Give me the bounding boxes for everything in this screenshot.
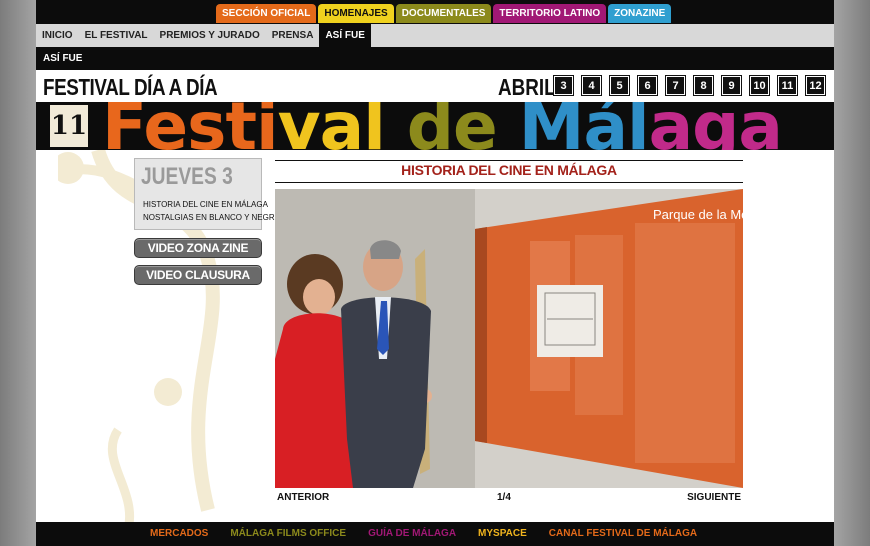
gallery-pager: ANTERIOR 1/4 SIGUIENTE: [275, 492, 743, 506]
day-panel: JUEVES 3 HISTORIA DEL CINE EN MÁLAGA NOS…: [134, 158, 281, 230]
footer-link-gu-a-de-m-laga[interactable]: GUÍA DE MÁLAGA: [368, 528, 456, 539]
nav-item-prensa[interactable]: PRENSA: [266, 24, 320, 47]
section-tabs: SECCIÓN OFICIAL HOMENAJES DOCUMENTALES TERR…: [216, 4, 672, 23]
footer: MERCADOS MÁLAGA FILMS OFFICE GUÍA DE MÁLAG…: [36, 522, 834, 546]
day-heading: JUEVES 3: [141, 163, 233, 190]
left-shadow: [0, 0, 36, 546]
section-tab-zonazine[interactable]: ZONAZINE: [608, 4, 672, 23]
banner-word: Festi: [102, 102, 279, 150]
banner-word: val: [277, 102, 386, 150]
previous-button[interactable]: ANTERIOR: [277, 492, 329, 503]
nav-item-premios-y-jurado[interactable]: PREMIOS Y JURADO: [154, 24, 266, 47]
month-label: ABRIL: [498, 74, 556, 100]
photo-illustration: Parque de la Merced: [275, 189, 743, 488]
day-by-day-title: FESTIVAL DÍA A DÍA: [43, 74, 218, 100]
day-row: FESTIVAL DÍA A DÍA ABRIL 3 4 5 6 7 8 9 10 11 12: [36, 70, 834, 102]
footer-link-canal-festival-de-m-laga[interactable]: CANAL FESTIVAL DE MÁLAGA: [549, 528, 697, 539]
day-button-5[interactable]: 5: [609, 75, 630, 96]
day-button-11[interactable]: 11: [777, 75, 798, 96]
nav-item-as-fue[interactable]: ASÍ FUE: [319, 24, 371, 47]
top-tab-bar: SECCIÓN OFICIAL HOMENAJES DOCUMENTALES TERR…: [36, 0, 834, 24]
footer-link-myspace[interactable]: MYSPACE: [478, 528, 527, 539]
page: SECCIÓN OFICIAL HOMENAJES DOCUMENTALES TERR…: [36, 0, 834, 546]
festival-banner: 11 Festival de Málaga: [36, 102, 834, 150]
banner-word: de: [384, 102, 519, 150]
banner-wordmark: Festival de Málaga: [102, 102, 783, 150]
gallery-photo: Parque de la Merced: [275, 189, 743, 488]
next-button[interactable]: SIGUIENTE: [687, 492, 741, 503]
day-button-12[interactable]: 12: [805, 75, 826, 96]
main-nav: INICIO EL FESTIVAL PREMIOS Y JURADO PRENSA A…: [36, 24, 834, 47]
section-tab-homenajes[interactable]: HOMENAJES: [318, 4, 394, 23]
video-zonazine-button[interactable]: VIDEO ZONA ZINE: [134, 238, 262, 258]
sub-bar-label: ASÍ FUE: [43, 53, 83, 64]
footer-link-m-laga-films-office[interactable]: MÁLAGA FILMS OFFICE: [230, 528, 346, 539]
day-button-8[interactable]: 8: [693, 75, 714, 96]
day-button-7[interactable]: 7: [665, 75, 686, 96]
day-link-historia[interactable]: HISTORIA DEL CINE EN MÁLAGA: [143, 200, 268, 209]
banner-word: aga: [648, 102, 783, 150]
title-rule-bottom: [275, 182, 743, 183]
nav-item-inicio[interactable]: INICIO: [36, 24, 79, 47]
article-title: HISTORIA DEL CINE EN MÁLAGA: [401, 162, 617, 178]
footer-link-mercados[interactable]: MERCADOS: [150, 528, 208, 539]
title-rule-top: [275, 160, 743, 161]
day-button-3[interactable]: 3: [553, 75, 574, 96]
section-tab-secci-n-oficial[interactable]: SECCIÓN OFICIAL: [216, 4, 317, 23]
panel-heading-text: Parque de la Merced: [653, 207, 743, 222]
banner-word: Mál: [518, 102, 650, 150]
day-button-9[interactable]: 9: [721, 75, 742, 96]
section-tab-territorio-latino[interactable]: TERRITORIO LATINO: [493, 4, 607, 23]
day-link-nostalgias[interactable]: NOSTALGIAS EN BLANCO Y NEGRO: [143, 213, 281, 222]
sub-bar: ASÍ FUE: [36, 47, 834, 70]
right-shadow: [834, 0, 870, 546]
edition-logo: 11: [50, 105, 88, 147]
day-button-4[interactable]: 4: [581, 75, 602, 96]
page-count: 1/4: [497, 492, 511, 503]
day-button-10[interactable]: 10: [749, 75, 770, 96]
day-button-6[interactable]: 6: [637, 75, 658, 96]
day-selector: 3 4 5 6 7 8 9 10 11 12: [553, 75, 826, 96]
nav-item-el-festival[interactable]: EL FESTIVAL: [79, 24, 154, 47]
video-clausura-button[interactable]: VIDEO CLAUSURA: [134, 265, 262, 285]
section-tab-documentales[interactable]: DOCUMENTALES: [395, 4, 492, 23]
